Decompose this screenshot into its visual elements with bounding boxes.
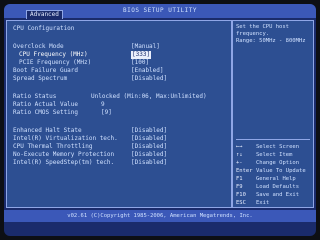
setting-value[interactable]: [Disabled] [131,143,167,151]
setting-value[interactable]: [Disabled] [131,151,167,159]
setting-speedstep[interactable]: Intel(R) SpeedStep(tm) tech. [Disabled] [13,159,227,167]
key-hint: ESC Exit [236,200,270,206]
key-hint: F1 General Help [236,176,296,182]
help-text: Set the CPU host frequency. Range: 50MHz… [236,24,306,44]
info-value: 9 [101,101,105,108]
key-hint: +- Change Option [236,160,300,166]
info-ratio-actual-value: Ratio Actual Value 9 [13,101,227,109]
setting-value[interactable]: [Manual] [131,43,160,51]
arrow-left-right-icon: ←→ [236,144,243,150]
setting-label: Intel(R) SpeedStep(tm) tech. [13,159,115,166]
footer-copyright: v02.61 (C)Copyright 1985-2006, American … [4,210,316,222]
key-hint: F10 Save and Exit [236,192,300,198]
help-panel: Set the CPU host frequency. Range: 50MHz… [232,20,314,208]
setting-label: CPU Frequency (MHz) [19,51,88,58]
setting-no-execute[interactable]: No-Execute Memory Protection [Disabled] [13,151,227,159]
info-value: Unlocked (Min:06, Max:Unlimited) [91,93,207,100]
setting-value[interactable]: [Disabled] [131,159,167,167]
setting-cpu-frequency[interactable]: CPU Frequency (MHz) [333] [13,51,227,59]
setting-label: Spread Spectrum [13,75,68,82]
setting-virtualization[interactable]: Intel(R) Virtualization tech. [Disabled] [13,135,227,143]
setting-label: Intel(R) Virtualization tech. [13,135,118,142]
key-hint: Enter Value To Update [236,168,306,174]
setting-value[interactable]: [Disabled] [131,135,167,143]
setting-label: Enhanced Halt State [13,127,82,134]
setting-pcie-frequency[interactable]: PCIE Frequency (MHz) [100] [13,59,227,67]
info-label: Ratio Actual Value [13,101,79,108]
arrow-up-down-icon: ↑↓ [236,152,243,158]
setting-label: PCIE Frequency (MHz) [19,59,92,66]
info-label: Ratio Status [13,93,57,100]
setting-value[interactable]: [Disabled] [131,75,167,83]
setting-thermal-throttling[interactable]: CPU Thermal Throttling [Disabled] [13,143,227,151]
bios-screen: BIOS SETUP UTILITY Advanced CPU Configur… [4,4,316,236]
info-ratio-status: Ratio Status Unlocked (Min:06, Max:Unlim… [13,93,227,101]
setting-label: Ratio CMOS Setting [13,109,79,116]
setting-label: No-Execute Memory Protection [13,151,115,158]
setting-ratio-cmos[interactable]: Ratio CMOS Setting [9] [13,109,227,117]
bios-title: BIOS SETUP UTILITY [122,7,198,14]
setting-value[interactable]: [Disabled] [131,127,167,135]
setting-label: CPU Thermal Throttling [13,143,93,150]
setting-spread-spectrum[interactable]: Spread Spectrum [Disabled] [13,75,227,83]
setting-label: Boot Failure Guard [13,67,79,74]
help-divider [236,139,310,140]
setting-value[interactable]: [100] [131,59,149,67]
cpu-config-panel: CPU Configuration Overclock Mode [Manual… [6,20,232,208]
setting-label: Overclock Mode [13,43,64,50]
setting-enhanced-halt-state[interactable]: Enhanced Halt State [Disabled] [13,127,227,135]
section-title: CPU Configuration [13,25,75,32]
setting-boot-failure-guard[interactable]: Boot Failure Guard [Enabled] [13,67,227,75]
key-hint: ↑↓ Select Item [236,152,293,158]
key-hint: ←→ Select Screen [236,144,300,150]
setting-value[interactable]: [9] [101,109,112,117]
tab-advanced[interactable]: Advanced [26,10,63,19]
setting-overclock-mode[interactable]: Overclock Mode [Manual] [13,43,227,51]
setting-value[interactable]: [Enabled] [131,67,164,75]
setting-value[interactable]: [333] [131,51,152,59]
key-hint: F9 Load Defaults [236,184,300,190]
